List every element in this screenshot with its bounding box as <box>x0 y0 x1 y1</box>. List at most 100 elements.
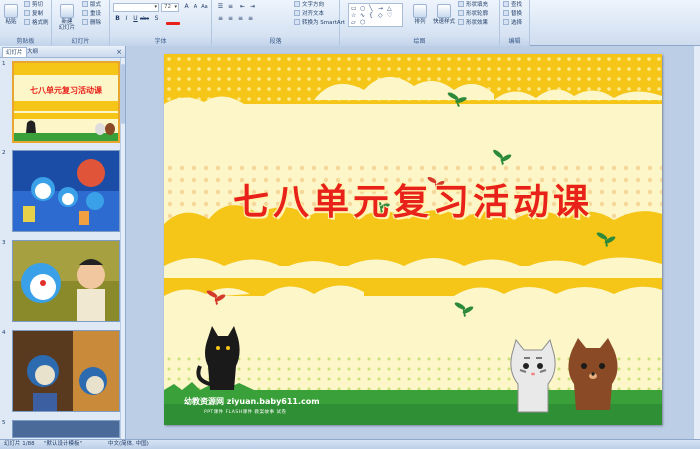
paste-button[interactable]: 粘贴 <box>2 4 20 30</box>
thumbnail-preview <box>13 151 119 231</box>
text-direction-button[interactable]: 文字方向 <box>294 1 324 10</box>
numbering-button[interactable]: ≡ <box>226 3 235 11</box>
smartart-button[interactable]: 转换为 SmartArt <box>294 19 345 28</box>
new-slide-button[interactable]: 新建 幻灯片 <box>56 4 78 31</box>
oval-shape-icon[interactable]: ○ <box>360 5 365 12</box>
chevron-down-icon: ▾ <box>174 4 177 10</box>
chevron-down-icon: ▾ <box>154 4 157 10</box>
slide-counter: 幻灯片 1/88 <box>4 441 35 447</box>
smartart-icon <box>294 19 300 25</box>
arrange-button[interactable]: 排列 <box>410 4 430 30</box>
callout-shape-icon[interactable]: ▱ <box>351 19 356 26</box>
shape-fill-button[interactable]: 形状填充 <box>458 1 488 10</box>
thumbnail-preview: 七八单元复习活动课 <box>14 63 118 141</box>
underline-button[interactable]: U <box>131 15 140 23</box>
heart-shape-icon[interactable]: ♡ <box>387 12 392 19</box>
slide-footer-links: PPT课件 FLASH课件 教案故事 试卷 <box>204 410 287 415</box>
strikethrough-button[interactable]: abc <box>140 15 149 23</box>
font-name-dropdown[interactable]: ▾ <box>113 3 159 12</box>
thumbnail-preview <box>13 241 119 321</box>
brush-icon <box>24 19 30 25</box>
decrease-indent-button[interactable]: ⇤ <box>238 3 247 11</box>
replace-icon <box>503 10 509 16</box>
diamond-shape-icon[interactable]: ◇ <box>378 12 383 19</box>
status-bar: 幻灯片 1/88 "默认设计模板" 中文(简体, 中国) <box>0 439 700 449</box>
layout-icon <box>82 1 88 7</box>
star-shape-icon[interactable]: ☆ <box>351 12 356 19</box>
font-color-button[interactable] <box>166 22 180 25</box>
theme-name[interactable]: "默认设计模板" <box>44 440 82 449</box>
hexagon-shape-icon[interactable]: ⬡ <box>360 19 365 26</box>
new-slide-icon <box>60 4 74 18</box>
ribbon: 粘贴 剪切 复制 格式刷 剪贴板 新建 幻灯片 版式 重设 删除 幻灯片 ▾ 7… <box>0 0 700 46</box>
increase-indent-button[interactable]: ⇥ <box>248 3 257 11</box>
drawing-group-label: 绘图 <box>340 37 499 46</box>
slide-editor: 七八单元复习活动课 幼教资源网 ziyuan.baby611.com PPT课件… <box>127 46 700 439</box>
reset-icon <box>82 10 88 16</box>
justify-button[interactable]: ≡ <box>246 15 255 23</box>
thumbnail-image <box>12 420 120 438</box>
slide-background <box>164 54 662 425</box>
layout-button[interactable]: 版式 <box>82 1 101 10</box>
clear-format-button[interactable]: Aa <box>200 3 209 11</box>
align-text-button[interactable]: 对齐文本 <box>294 10 324 19</box>
curve-shape-icon[interactable]: ∿ <box>360 12 365 19</box>
arrange-icon <box>413 4 427 18</box>
cursor-icon <box>503 19 509 25</box>
align-center-button[interactable]: ≡ <box>226 15 235 23</box>
rectangle-shape-icon[interactable]: ▭ <box>351 5 357 12</box>
replace-button[interactable]: 替换 <box>503 10 522 19</box>
bullets-button[interactable]: ☰ <box>216 3 225 11</box>
brace-shape-icon[interactable]: { <box>369 12 373 19</box>
shape-effects-button[interactable]: 形状效果 <box>458 19 488 28</box>
slide-footer-brand: 幼教资源网 ziyuan.baby611.com <box>184 397 320 406</box>
paragraph-group-label: 段落 <box>212 37 339 46</box>
copy-icon <box>24 10 30 16</box>
italic-button[interactable]: I <box>122 15 131 23</box>
thumbnail-scrollbar[interactable] <box>120 58 125 439</box>
thumbnail-image <box>12 240 120 322</box>
select-button[interactable]: 选择 <box>503 19 522 28</box>
slides-group-label: 幻灯片 <box>52 37 109 46</box>
align-left-button[interactable]: ≡ <box>216 15 225 23</box>
bold-button[interactable]: B <box>113 15 122 23</box>
align-text-icon <box>294 10 300 16</box>
triangle-shape-icon[interactable]: △ <box>387 5 392 12</box>
thumbnail-image: 七八单元复习活动课 <box>12 61 120 143</box>
slides-group: 新建 幻灯片 版式 重设 删除 幻灯片 <box>52 0 110 46</box>
shape-outline-button[interactable]: 形状轮廓 <box>458 10 488 19</box>
find-button[interactable]: 查找 <box>503 1 522 10</box>
scrollbar-thumb[interactable] <box>121 64 125 124</box>
shadow-button[interactable]: S <box>152 15 161 23</box>
slide-scrollbar[interactable] <box>693 46 700 439</box>
slide-title[interactable]: 七八单元复习活动课 <box>164 173 662 225</box>
reset-button[interactable]: 重设 <box>82 10 101 19</box>
shapes-gallery[interactable]: ▭ ○ ╲ → △ ☆ ∿ { ◇ ♡ ▱ ⬡ <box>348 3 403 27</box>
delete-slide-button[interactable]: 删除 <box>82 19 101 28</box>
editing-group-label: 编辑 <box>500 37 529 46</box>
close-icon[interactable]: × <box>116 47 122 57</box>
format-painter-button[interactable]: 格式刷 <box>24 19 49 28</box>
tab-slides[interactable]: 幻灯片 <box>2 47 27 57</box>
delete-icon <box>82 19 88 25</box>
editing-group: 查找 替换 选择 编辑 <box>500 0 530 46</box>
align-right-button[interactable]: ≡ <box>236 15 245 23</box>
thumbnail-preview <box>13 421 119 437</box>
font-size-dropdown[interactable]: 72 ▾ <box>161 3 179 12</box>
binoculars-icon <box>503 1 509 7</box>
effects-icon <box>458 19 464 25</box>
thumbnail-image <box>12 150 120 232</box>
clipboard-group: 粘贴 剪切 复制 格式刷 剪贴板 <box>0 0 52 46</box>
line-shape-icon[interactable]: ╲ <box>369 5 373 12</box>
copy-button[interactable]: 复制 <box>24 10 43 19</box>
quick-styles-button[interactable]: 快速样式 <box>432 4 456 30</box>
grow-font-button[interactable]: A <box>182 3 191 11</box>
paragraph-group: ☰ ≡ ⇤ ⇥ ≡ ≡ ≡ ≡ 文字方向 对齐文本 转换为 SmartArt 段… <box>212 0 345 46</box>
language-indicator[interactable]: 中文(简体, 中国) <box>108 440 149 449</box>
cut-button[interactable]: 剪切 <box>24 1 43 10</box>
arrow-shape-icon[interactable]: → <box>378 5 383 12</box>
shrink-font-button[interactable]: A <box>191 3 200 11</box>
current-slide[interactable]: 七八单元复习活动课 幼教资源网 ziyuan.baby611.com PPT课件… <box>164 54 662 425</box>
tab-outline[interactable]: 大纲 <box>24 47 41 57</box>
pen-icon <box>458 10 464 16</box>
